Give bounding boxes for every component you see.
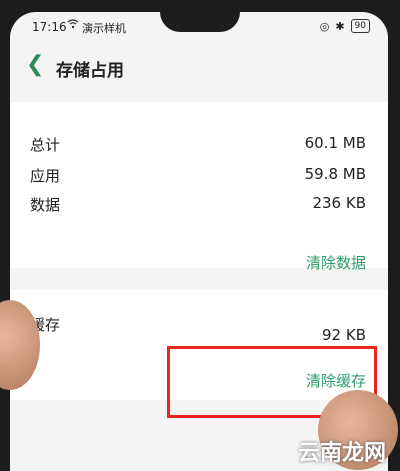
storage-row-label: 总计 <box>30 136 61 154</box>
storage-row-value: 59.8 MB <box>304 165 366 183</box>
storage-row-value: 60.1 MB <box>304 134 366 152</box>
clear-data-button[interactable]: 清除数据 <box>306 252 366 273</box>
storage-row-label: 应用 <box>30 167 61 185</box>
page-title: 存储占用 <box>56 61 124 81</box>
wifi-icon <box>67 19 79 32</box>
bluetooth-icon: ✱ <box>335 19 345 33</box>
cache-value: 92 KB <box>322 326 366 344</box>
cache-row: 缓存 92 KB <box>30 314 366 344</box>
status-icons: ◎ ✱ 90 <box>320 19 370 33</box>
storage-row-label: 数据 <box>30 196 61 214</box>
storage-row-app: 应用 59.8 MB <box>30 165 366 186</box>
app-header: ❮ 存储占用 <box>10 46 388 96</box>
watermark-logo: 云南龙网 <box>297 441 386 466</box>
storage-row-total: 总计 60.1 MB <box>30 134 366 155</box>
storage-card: 总计 60.1 MB 应用 59.8 MB 数据 236 KB 清除数据 <box>10 102 388 272</box>
status-bar: 17:16 演示样机 ◎ ✱ 90 <box>10 12 388 42</box>
carrier-label: 演示样机 <box>82 22 126 35</box>
battery-icon: 90 <box>350 19 370 33</box>
alarm-icon: ◎ <box>319 19 330 33</box>
status-time: 17:16 <box>32 20 67 34</box>
storage-row-value: 236 KB <box>312 194 366 212</box>
storage-row-data: 数据 236 KB <box>30 194 366 215</box>
back-chevron-icon[interactable]: ❮ <box>26 52 44 77</box>
